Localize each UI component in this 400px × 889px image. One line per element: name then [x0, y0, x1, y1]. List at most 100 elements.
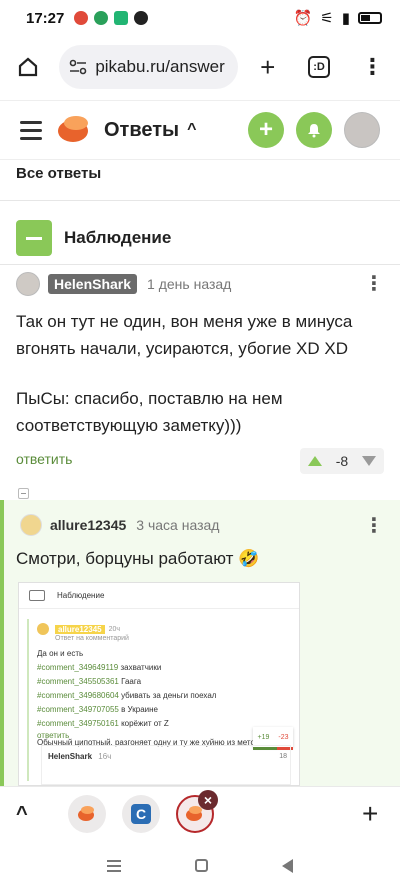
- whatsapp-icon: [94, 11, 109, 25]
- embed-comment-link: #comment_349707055: [37, 705, 119, 714]
- tab-other[interactable]: C: [122, 795, 160, 833]
- embed-comment-link: #comment_345505361: [37, 677, 119, 686]
- comment-username[interactable]: allure12345: [50, 517, 126, 533]
- downvote-button[interactable]: [361, 456, 376, 466]
- site-header: Ответы ^ +: [0, 100, 400, 160]
- embed-text: убивать за деньги поехал: [118, 691, 217, 700]
- tab-count: :D: [308, 56, 331, 78]
- comment-text: Так он тут не один, вон меня уже в минус…: [16, 312, 353, 358]
- rating-value: -8: [335, 453, 349, 469]
- avatar: [37, 623, 49, 635]
- embed-text: захватчики: [118, 663, 162, 672]
- post-title[interactable]: Наблюдение: [64, 228, 171, 248]
- wifi-icon: ⚟: [320, 10, 334, 27]
- embed-vote: +19 -23: [253, 727, 293, 747]
- phone-icon: [114, 11, 129, 25]
- embed-text: Гаага: [118, 677, 142, 686]
- apps-icon: [134, 11, 149, 25]
- address-bar[interactable]: pikabu.ru/answer: [59, 45, 239, 89]
- upvote-button[interactable]: [308, 456, 322, 466]
- embed-line: #comment_349680604 убивать за деньги пое…: [37, 690, 293, 701]
- pikabu-logo: [186, 806, 204, 822]
- embed-lines: Да он и есть #comment_349649119 захватчик…: [37, 648, 293, 729]
- all-answers-label: Все ответы: [16, 165, 102, 182]
- post-row: Наблюдение: [16, 220, 171, 256]
- back-button[interactable]: [282, 858, 293, 873]
- embed-text: корёжит от Z: [118, 719, 169, 728]
- status-bar: 17:27 ⏰ ⚟ ▮: [0, 0, 400, 36]
- new-tab-plus-button[interactable]: +: [362, 798, 378, 830]
- embed-line: #comment_349707055 в Украине: [37, 704, 293, 715]
- reply-link[interactable]: ответить: [16, 451, 72, 467]
- chevron-up-icon[interactable]: ^: [187, 121, 196, 139]
- add-post-button[interactable]: +: [248, 112, 284, 148]
- alarm-icon: ⏰: [293, 10, 313, 27]
- comment-username[interactable]: HelenShark: [48, 274, 138, 294]
- embed-reply: ответить: [37, 731, 70, 740]
- embed-comment-link: #comment_349649119: [37, 663, 119, 672]
- divider: [0, 200, 400, 201]
- avatar[interactable]: [20, 514, 42, 536]
- divider: [0, 264, 400, 265]
- bell-icon: [308, 124, 320, 138]
- more-vert-icon: ⋮: [364, 515, 384, 537]
- thread-line[interactable]: [0, 500, 4, 786]
- home-button[interactable]: [10, 49, 45, 85]
- comment-time: 1 день назад: [147, 276, 232, 292]
- tabs-button[interactable]: :D: [301, 49, 336, 85]
- more-vert-icon: ⋮: [361, 54, 384, 79]
- embed-comment-link: #comment_349680604: [37, 691, 119, 700]
- plus-icon: +: [362, 798, 379, 829]
- notification-icons: [74, 11, 149, 25]
- chevron-up-icon[interactable]: ^: [16, 803, 28, 826]
- plus-icon: +: [260, 51, 276, 82]
- system-icons: ⏰ ⚟ ▮: [294, 9, 382, 27]
- system-nav-bar: [0, 842, 400, 889]
- site-title[interactable]: Ответы: [104, 119, 179, 142]
- c-app-icon: C: [131, 804, 151, 824]
- battery-icon: [358, 12, 382, 24]
- new-tab-button[interactable]: +: [250, 49, 285, 85]
- minus-icon: [26, 236, 42, 240]
- embed-reply-to: Ответ на комментарий: [55, 635, 129, 642]
- menu-button[interactable]: [20, 120, 42, 140]
- home-nav-button[interactable]: [195, 859, 208, 872]
- comment-text: Смотри, борцуны работают 🤣: [16, 549, 260, 568]
- notifications-button[interactable]: [296, 112, 332, 148]
- embed-time: 20ч: [108, 625, 121, 633]
- avatar[interactable]: [16, 272, 40, 296]
- comment-more-button[interactable]: ⋮: [364, 274, 384, 294]
- embed-text: в Украине: [118, 705, 158, 714]
- notification-icon: [74, 11, 89, 25]
- signal-icon: ▮: [341, 10, 350, 27]
- plus-icon: +: [258, 116, 273, 143]
- browser-toolbar: pikabu.ru/answer + :D ⋮: [0, 36, 400, 98]
- comment-time: 3 часа назад: [136, 517, 220, 533]
- embed-comment-link: #comment_349750161: [37, 719, 119, 728]
- site-settings-icon[interactable]: [69, 59, 87, 75]
- home-icon: [18, 57, 37, 77]
- url-text: pikabu.ru/answer: [95, 57, 225, 76]
- embed-vote-minus: -23: [278, 733, 289, 741]
- embed-username: allure12345: [55, 624, 105, 634]
- comment-header: HelenShark 1 день назад: [16, 272, 231, 296]
- user-avatar[interactable]: [344, 112, 380, 148]
- comment-rating: -8: [300, 448, 384, 474]
- comment-icon: [29, 590, 45, 601]
- embedded-screenshot[interactable]: Наблюдение allure12345 20ч Ответ на комм…: [18, 582, 300, 786]
- recents-button[interactable]: [107, 859, 121, 872]
- status-time: 17:27: [26, 9, 65, 27]
- comment-text: ПыСы: спасибо, поставлю на нем соответст…: [16, 389, 283, 435]
- tab-pikabu[interactable]: [68, 795, 106, 833]
- close-tab-icon[interactable]: ×: [198, 790, 218, 810]
- collapse-post-button[interactable]: [16, 220, 52, 256]
- pikabu-logo: [78, 806, 96, 822]
- embed-line: #comment_345505361 Гаага: [37, 676, 293, 687]
- embed-nested-time: 16ч: [98, 752, 112, 761]
- comment-more-button[interactable]: ⋮: [364, 516, 384, 536]
- pikabu-logo[interactable]: [58, 116, 92, 144]
- collapse-thread-button[interactable]: [18, 488, 29, 499]
- comment-header: allure12345 3 часа назад: [20, 514, 219, 536]
- embed-vote-plus: +19: [257, 733, 270, 741]
- browser-menu-button[interactable]: ⋮: [355, 49, 390, 85]
